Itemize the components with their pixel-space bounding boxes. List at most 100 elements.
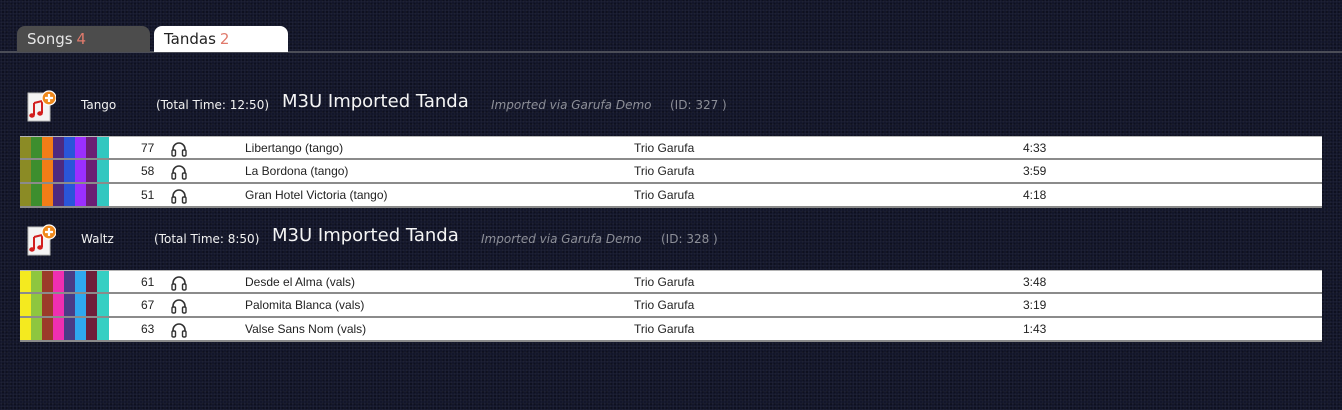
song-number: 61: [141, 275, 155, 289]
song-number: 58: [141, 164, 155, 178]
color-stripe: [31, 294, 42, 316]
song-row[interactable]: 51 Gran Hotel Victoria (tango) Trio Garufa…: [20, 184, 1322, 208]
song-title: Desde el Alma (vals): [245, 275, 356, 289]
tanda-total-time: (Total Time: 8:50): [154, 232, 260, 246]
color-stripes: [20, 137, 109, 158]
color-stripe: [31, 160, 42, 182]
color-stripe: [64, 160, 75, 182]
song-duration: 4:33: [1023, 141, 1047, 155]
song-row[interactable]: 77 Libertango (tango) Trio Garufa 4:33: [20, 136, 1322, 160]
tanda-header: Waltz (Total Time: 8:50) M3U Imported Ta…: [20, 221, 1320, 261]
color-stripe: [97, 294, 109, 316]
song-artist: Trio Garufa: [634, 164, 695, 178]
color-stripe: [42, 271, 53, 292]
color-stripe: [86, 318, 97, 340]
headphones-icon[interactable]: [170, 297, 188, 315]
tanda-id: (ID: 327 ): [670, 98, 727, 112]
song-duration: 3:48: [1023, 275, 1047, 289]
song-duration: 3:19: [1023, 298, 1047, 312]
tanda-total-time: (Total Time: 12:50): [156, 98, 270, 112]
tab-songs-label: Songs: [27, 30, 73, 48]
color-stripe: [20, 184, 31, 206]
song-title: La Bordona (tango): [245, 164, 349, 178]
tanda-id: (ID: 328 ): [661, 232, 718, 246]
color-stripe: [31, 184, 42, 206]
song-title: Valse Sans Nom (vals): [245, 322, 367, 336]
color-stripes: [20, 184, 109, 206]
tanda-name[interactable]: M3U Imported Tanda: [282, 91, 469, 112]
color-stripe: [86, 271, 97, 292]
color-stripe: [31, 271, 42, 292]
color-stripe: [64, 271, 75, 292]
music-note-add-icon[interactable]: [26, 223, 56, 257]
song-duration: 3:59: [1023, 164, 1047, 178]
color-stripe: [31, 318, 42, 340]
tab-bar: Songs 4 Tandas 2: [0, 0, 1342, 53]
color-stripe: [75, 137, 86, 158]
headphones-icon[interactable]: [170, 274, 188, 292]
color-stripe: [20, 318, 31, 340]
song-title: Gran Hotel Victoria (tango): [245, 188, 388, 202]
tab-tandas-count: 2: [219, 30, 230, 48]
song-row[interactable]: 61 Desde el Alma (vals) Trio Garufa 3:48: [20, 270, 1322, 294]
color-stripe: [64, 184, 75, 206]
song-table: 61 Desde el Alma (vals) Trio Garufa 3:48 67 P…: [20, 270, 1322, 342]
color-stripe: [97, 160, 109, 182]
tab-songs[interactable]: Songs 4: [17, 26, 150, 52]
tanda-genre: Waltz: [81, 232, 114, 246]
song-artist: Trio Garufa: [634, 298, 695, 312]
color-stripe: [42, 318, 53, 340]
song-number: 51: [141, 188, 155, 202]
color-stripe: [75, 160, 86, 182]
color-stripe: [31, 137, 42, 158]
color-stripe: [75, 184, 86, 206]
color-stripe: [97, 137, 109, 158]
song-title: Libertango (tango): [245, 141, 344, 155]
song-artist: Trio Garufa: [634, 275, 695, 289]
headphones-icon[interactable]: [170, 187, 188, 205]
headphones-icon[interactable]: [170, 163, 188, 181]
color-stripes: [20, 160, 109, 182]
color-stripe: [64, 137, 75, 158]
song-artist: Trio Garufa: [634, 322, 695, 336]
color-stripe: [86, 184, 97, 206]
color-stripe: [97, 318, 109, 340]
color-stripe: [53, 160, 64, 182]
color-stripe: [20, 160, 31, 182]
color-stripe: [53, 318, 64, 340]
song-number: 67: [141, 298, 155, 312]
headphones-icon[interactable]: [170, 140, 188, 158]
song-artist: Trio Garufa: [634, 141, 695, 155]
color-stripe: [75, 271, 86, 292]
song-number: 63: [141, 322, 155, 336]
tanda-header: Tango (Total Time: 12:50) M3U Imported T…: [20, 87, 1320, 127]
tanda-name[interactable]: M3U Imported Tanda: [272, 225, 459, 246]
song-artist: Trio Garufa: [634, 188, 695, 202]
color-stripe: [53, 294, 64, 316]
tanda-import-note: Imported via Garufa Demo: [491, 98, 652, 112]
music-note-add-icon[interactable]: [26, 89, 56, 123]
color-stripe: [20, 137, 31, 158]
color-stripe: [42, 294, 53, 316]
color-stripe: [75, 294, 86, 316]
tab-songs-count: 4: [76, 30, 87, 48]
song-row[interactable]: 58 La Bordona (tango) Trio Garufa 3:59: [20, 160, 1322, 184]
tanda-import-note: Imported via Garufa Demo: [481, 232, 642, 246]
color-stripe: [20, 271, 31, 292]
tab-tandas-label: Tandas: [164, 30, 216, 48]
color-stripe: [86, 294, 97, 316]
headphones-icon[interactable]: [170, 321, 188, 339]
tab-tandas[interactable]: Tandas 2: [154, 26, 288, 52]
color-stripes: [20, 318, 109, 340]
color-stripe: [42, 137, 53, 158]
color-stripe: [64, 294, 75, 316]
color-stripe: [97, 184, 109, 206]
color-stripe: [86, 160, 97, 182]
song-row[interactable]: 67 Palomita Blanca (vals) Trio Garufa 3:19: [20, 294, 1322, 318]
color-stripe: [42, 184, 53, 206]
song-row[interactable]: 63 Valse Sans Nom (vals) Trio Garufa 1:43: [20, 318, 1322, 342]
color-stripe: [97, 271, 109, 292]
color-stripe: [53, 271, 64, 292]
color-stripes: [20, 294, 109, 316]
color-stripe: [75, 318, 86, 340]
